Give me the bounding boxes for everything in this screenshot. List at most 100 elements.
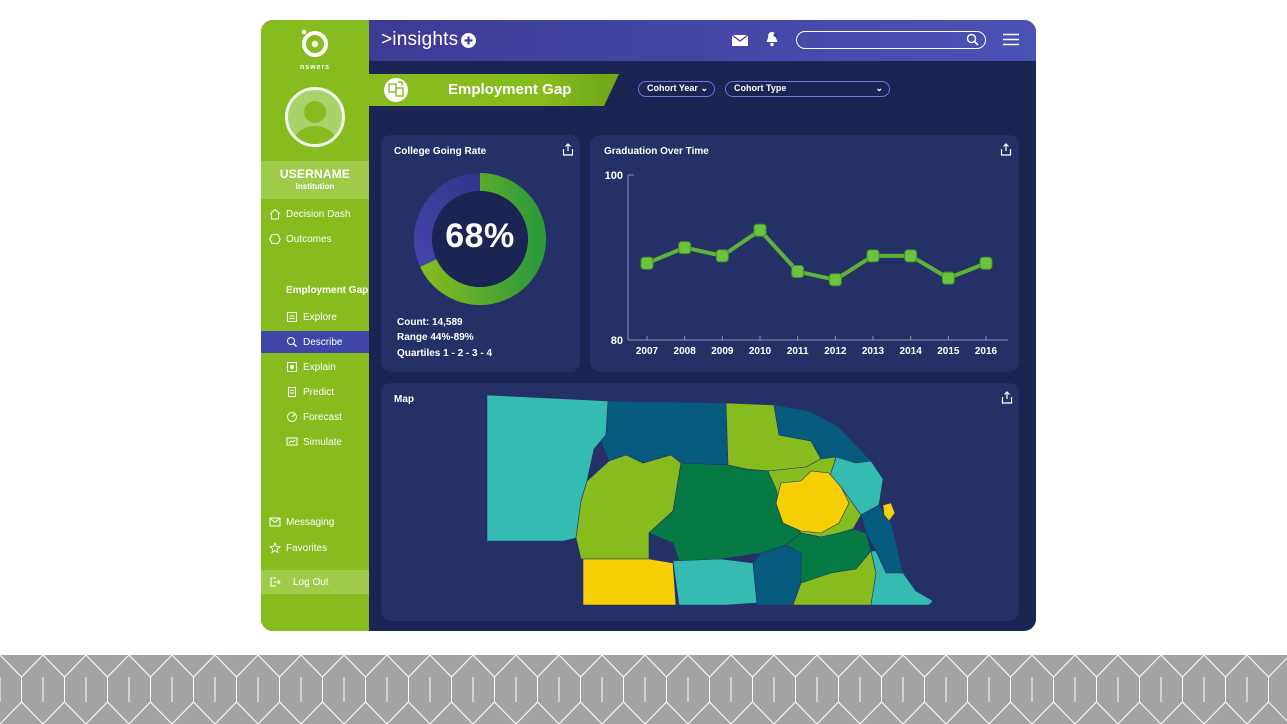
hex-pattern-background (0, 655, 1287, 724)
predict-icon (288, 387, 296, 397)
sidebar-item-label: Decision Dash (286, 208, 351, 220)
sidebar-item-label: Explain (303, 361, 336, 373)
data-point (640, 256, 654, 270)
sidebar-item-favorites[interactable]: Favorites (261, 537, 369, 559)
count-stat: Count: 14,589 (397, 317, 463, 328)
forecast-icon (287, 412, 297, 422)
y-tick-label: 80 (611, 335, 623, 347)
data-point (715, 249, 729, 263)
cohort-type-label: Cohort Type (734, 83, 787, 93)
app-brand: >insights (381, 29, 459, 50)
x-tick-label: 2009 (711, 346, 734, 357)
x-tick-label: 2014 (900, 346, 923, 357)
y-tick-label: 100 (605, 170, 623, 182)
explore-icon (287, 312, 297, 322)
x-tick-label: 2012 (824, 346, 847, 357)
sidebar-item-label: Messaging (286, 516, 335, 528)
sidebar-item-predict[interactable]: Predict (261, 381, 369, 403)
graduation-series-line (646, 228, 987, 282)
sidebar: nswers USERNAME Institution Decision Das… (261, 20, 369, 631)
describe-icon (287, 337, 297, 347)
college-going-rate-card: College Going Rate 68% Count: 14,589 Ran… (381, 135, 580, 372)
sidebar-section-title: Employment Gap (286, 285, 369, 296)
data-point (678, 241, 692, 255)
card-title: College Going Rate (394, 146, 487, 157)
username: USERNAME (279, 167, 351, 181)
explain-icon (287, 362, 297, 372)
x-tick-label: 2007 (636, 346, 659, 357)
data-point (828, 273, 842, 287)
user-info: USERNAME Institution (261, 161, 369, 199)
search-icon[interactable] (966, 33, 979, 46)
graduation-line-chart: 100 80 2007 2008 2009 2010 2011 2012 2013 2014 201… (605, 170, 1008, 357)
x-tick-label: 2016 (975, 346, 998, 357)
sidebar-item-explain[interactable]: Explain (261, 356, 369, 378)
sidebar-item-label: Simulate (303, 436, 342, 448)
x-tick-label: 2013 (862, 346, 885, 357)
employment-gap-icon (384, 78, 408, 102)
nebraska-region-map (486, 394, 934, 606)
page-title-tab: Employment Gap (369, 74, 619, 106)
nswers-logo: nswers (300, 29, 330, 71)
plus-icon[interactable] (461, 33, 476, 48)
sidebar-item-messaging[interactable]: Messaging (261, 511, 369, 533)
slide: nswers USERNAME Institution Decision Das… (0, 0, 1287, 724)
user-silhouette-icon (294, 101, 336, 144)
mail-icon[interactable] (732, 35, 748, 46)
star-icon (269, 542, 281, 554)
map-region (600, 400, 729, 466)
bell-icon[interactable] (765, 31, 779, 47)
simulate-icon (286, 437, 298, 446)
app-window: nswers USERNAME Institution Decision Das… (261, 20, 1036, 631)
home-icon (269, 208, 281, 220)
data-point (941, 271, 955, 285)
sidebar-item-label: Favorites (286, 542, 328, 554)
x-tick-label: 2011 (787, 346, 809, 357)
top-bar: >insights (369, 20, 1036, 61)
chevron-down-icon: ⌄ (700, 83, 708, 93)
data-point (904, 249, 918, 263)
sidebar-item-forecast[interactable]: Forecast (261, 406, 369, 428)
sidebar-item-label: Forecast (303, 411, 342, 423)
data-point (791, 265, 805, 279)
avatar[interactable] (285, 87, 345, 147)
data-point (979, 256, 993, 270)
map-region (582, 558, 677, 606)
sidebar-item-decision-dash[interactable]: Decision Dash (261, 203, 369, 225)
college-rate-value: 68% (445, 217, 515, 255)
sidebar-item-simulate[interactable]: Simulate (261, 431, 369, 453)
graduation-over-time-card: Graduation Over Time 100 80 2007 2008 2009 20… (590, 135, 1019, 372)
quartiles-stat: Quartiles 1 - 2 - 3 - 4 (397, 348, 493, 359)
logout-icon (270, 577, 281, 587)
sidebar-item-describe[interactable]: Describe (261, 331, 369, 353)
map-region (672, 558, 758, 606)
x-tick-label: 2008 (674, 346, 697, 357)
sidebar-item-label: Describe (303, 336, 343, 348)
search-input[interactable] (796, 31, 986, 49)
sidebar-item-explore[interactable]: Explore (261, 306, 369, 328)
logout-button[interactable]: Log Out (261, 570, 369, 594)
hamburger-menu-icon[interactable] (1003, 33, 1019, 46)
map-region (575, 454, 682, 560)
data-point (753, 223, 767, 237)
map-card: Map (381, 383, 1019, 621)
x-tick-label: 2015 (937, 346, 960, 357)
x-tick-label: 2010 (749, 346, 772, 357)
map-region (752, 544, 802, 606)
sidebar-item-outcomes[interactable]: Outcomes (261, 228, 369, 250)
chevron-down-icon: ⌄ (875, 83, 883, 93)
cohort-year-label: Cohort Year (647, 83, 698, 93)
institution: Institution (295, 182, 335, 191)
sidebar-item-label: Explore (303, 311, 337, 323)
share-icon[interactable] (562, 143, 574, 156)
logout-label: Log Out (293, 576, 329, 588)
sidebar-item-label: Outcomes (286, 233, 332, 245)
logo-text: nswers (300, 64, 330, 71)
hexagon-icon (269, 234, 281, 244)
cohort-type-select[interactable]: Cohort Type ⌄ (725, 81, 890, 97)
cohort-year-select[interactable]: Cohort Year ⌄ (638, 81, 715, 97)
sidebar-item-label: Predict (303, 386, 335, 398)
range-stat: Range 44%-89% (397, 332, 474, 343)
data-point (866, 249, 880, 263)
messaging-icon (269, 517, 281, 527)
